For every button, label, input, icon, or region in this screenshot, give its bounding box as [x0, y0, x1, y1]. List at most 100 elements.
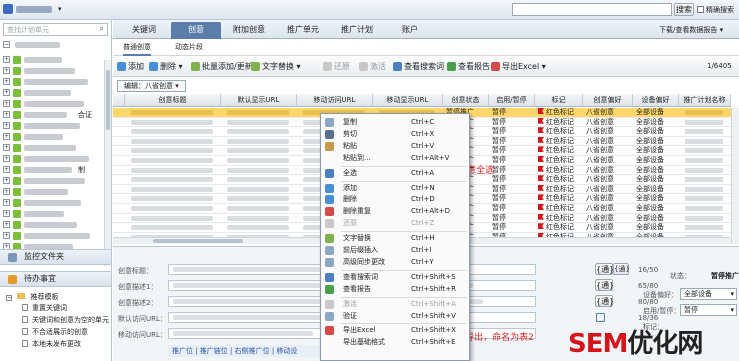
grid-header-cell[interactable]: 推广计划名称: [679, 94, 731, 107]
tree-item[interactable]: + 制: [0, 165, 104, 176]
wildcard-button-small[interactable]: {通}: [613, 263, 630, 275]
expand-icon[interactable]: +: [3, 89, 10, 96]
grid-header-select[interactable]: [113, 94, 125, 107]
wildcard-button[interactable]: {通}: [595, 295, 614, 307]
tree-item[interactable]: +: [0, 66, 104, 77]
tab-creatives[interactable]: 创意: [171, 22, 221, 39]
menu-item-select-all[interactable]: 全选 Ctrl+A: [321, 168, 469, 179]
expand-icon[interactable]: +: [3, 199, 10, 206]
tree-item[interactable]: +: [0, 121, 104, 132]
grid-header-cell[interactable]: 设备偏好: [633, 94, 679, 107]
subtab-normal[interactable]: 普通创意: [123, 42, 151, 56]
expand-icon[interactable]: +: [3, 133, 10, 140]
tree-item[interactable]: +: [0, 55, 104, 66]
menu-item-item3[interactable]: 粘贴到... Ctrl+Alt+V: [321, 153, 469, 164]
menu-item-insert[interactable]: 前后缀插入 Ctrl+I: [321, 245, 469, 256]
expand-icon[interactable]: +: [3, 166, 10, 173]
preview-tab[interactable]: 右侧推广位: [235, 347, 270, 355]
search-button[interactable]: 搜索: [674, 3, 694, 16]
report-link[interactable]: 下载/查看数据报告 ▾: [659, 25, 723, 35]
tree-item[interactable]: +: [0, 88, 104, 99]
tab-units[interactable]: 推广单元: [277, 22, 329, 39]
template-item[interactable]: 关键词和创意为空的单元: [22, 315, 109, 326]
add-button[interactable]: 添加: [117, 61, 144, 72]
grid-header-cell[interactable]: 创意状态: [443, 94, 489, 107]
external-link-icon[interactable]: [596, 313, 605, 322]
tree-item[interactable]: +: [0, 231, 104, 242]
menu-item-cut[interactable]: 剪切 Ctrl+X: [321, 129, 469, 140]
expand-icon[interactable]: +: [3, 100, 10, 107]
view-search-terms-button[interactable]: 查看搜索词: [393, 61, 444, 72]
expand-icon[interactable]: +: [3, 67, 10, 74]
grid-header-cell[interactable]: 默认显示URL: [221, 94, 297, 107]
wildcard-button[interactable]: {通}: [595, 279, 614, 291]
tree-search-input[interactable]: 查找计划单元 ⌕: [3, 23, 108, 36]
tree-item[interactable]: +: [0, 143, 104, 154]
expand-icon[interactable]: +: [3, 155, 10, 162]
view-report-button[interactable]: 查看报告: [447, 61, 490, 72]
menu-item-add[interactable]: 添加 Ctrl+N: [321, 183, 469, 194]
menu-item-delete-duplicate[interactable]: 删除重复 Ctrl+Alt+D: [321, 206, 469, 217]
tab-account[interactable]: 账户: [385, 22, 435, 39]
grid-header-cell[interactable]: 移动访问URL: [297, 94, 373, 107]
grid-header-cell[interactable]: 移动显示URL: [373, 94, 443, 107]
menu-item-report[interactable]: 查看报告 Ctrl+Shift+R: [321, 284, 469, 295]
tree-item[interactable]: +: [0, 154, 104, 165]
menu-item-export-excel[interactable]: 导出Excel Ctrl+Shift+X: [321, 325, 469, 336]
tree-item[interactable]: +: [0, 209, 104, 220]
account-dropdown-icon[interactable]: ▾: [58, 5, 62, 13]
grid-header-cell[interactable]: 标记: [535, 94, 583, 107]
preview-tab[interactable]: 移动设: [276, 347, 297, 355]
menu-item-activate[interactable]: 激活 Ctrl+Shift+A: [321, 299, 469, 310]
preview-tab[interactable]: 推广链位: [200, 347, 228, 355]
menu-item-paste[interactable]: 粘贴 Ctrl+V: [321, 141, 469, 152]
pause-select[interactable]: 暂停 ▾: [680, 304, 737, 316]
grid-header-cell[interactable]: 启用/暂停: [489, 94, 535, 107]
expand-icon[interactable]: +: [3, 177, 10, 184]
wildcard-button[interactable]: {通}: [595, 263, 614, 275]
menu-item-search-terms[interactable]: 查看搜索词 Ctrl+Shift+S: [321, 272, 469, 283]
tree-item[interactable]: +: [0, 220, 104, 231]
export-excel-button[interactable]: 导出Excel ▾: [491, 61, 546, 72]
search-icon[interactable]: ⌕: [100, 24, 104, 34]
tree-item[interactable]: +: [0, 132, 104, 143]
tree-item[interactable]: +: [0, 77, 104, 88]
replace-button[interactable]: 文字替换 ▾: [251, 61, 301, 72]
tab-extra-creatives[interactable]: 附加创意: [223, 22, 275, 39]
grid-header-cell[interactable]: 创意标题: [125, 94, 221, 107]
tree-scrollbar[interactable]: [104, 60, 111, 266]
menu-item-undo[interactable]: 还原 Ctrl+Z: [321, 218, 469, 229]
menu-item-delete[interactable]: 删除 Ctrl+D: [321, 194, 469, 205]
tree-item[interactable]: +: [0, 99, 104, 110]
template-item[interactable]: 重置关键词: [22, 303, 67, 314]
tree-item[interactable]: + 合证: [0, 110, 104, 121]
grid-header-cell[interactable]: 创意偏好: [583, 94, 633, 107]
menu-item-item17[interactable]: 导出基础格式 Ctrl+Shift+E: [321, 337, 469, 348]
tab-keywords[interactable]: 关键词: [119, 22, 169, 39]
delete-button[interactable]: 删除 ▾: [149, 61, 183, 72]
menu-item-verify[interactable]: 验证 Ctrl+Shift+V: [321, 311, 469, 322]
expand-icon[interactable]: +: [3, 122, 10, 129]
preview-tab[interactable]: 推广位: [172, 347, 193, 355]
tree-item[interactable]: +: [0, 176, 104, 187]
search-input[interactable]: [512, 3, 672, 16]
template-item[interactable]: 本地未发布更改: [22, 339, 81, 350]
expand-icon[interactable]: +: [3, 221, 10, 228]
expand-icon[interactable]: +: [3, 232, 10, 239]
expand-icon[interactable]: +: [3, 111, 10, 118]
monitor-folder-section[interactable]: 监控文件夹: [0, 249, 111, 265]
expand-icon[interactable]: +: [3, 78, 10, 85]
account-node[interactable]: [15, 42, 60, 48]
todo-section[interactable]: 待办事宜: [0, 271, 111, 287]
batch-button[interactable]: 批量添加/更新: [191, 61, 253, 72]
subtab-dynamic[interactable]: 动态片段: [175, 42, 203, 52]
menu-item-replace[interactable]: 文字替换 Ctrl+H: [321, 233, 469, 244]
activate-button[interactable]: 激活: [359, 61, 386, 72]
template-item[interactable]: 不合适展示的创意: [22, 327, 88, 338]
menu-item-sync[interactable]: 高级同步更改 Ctrl+Y: [321, 257, 469, 268]
restore-button[interactable]: 还原: [323, 61, 350, 72]
tree-item[interactable]: +: [0, 198, 104, 209]
menu-item-copy[interactable]: 复制 Ctrl+C: [321, 117, 469, 128]
tab-plans[interactable]: 推广计划: [331, 22, 383, 39]
device-select[interactable]: 全部设备 ▾: [680, 288, 737, 300]
